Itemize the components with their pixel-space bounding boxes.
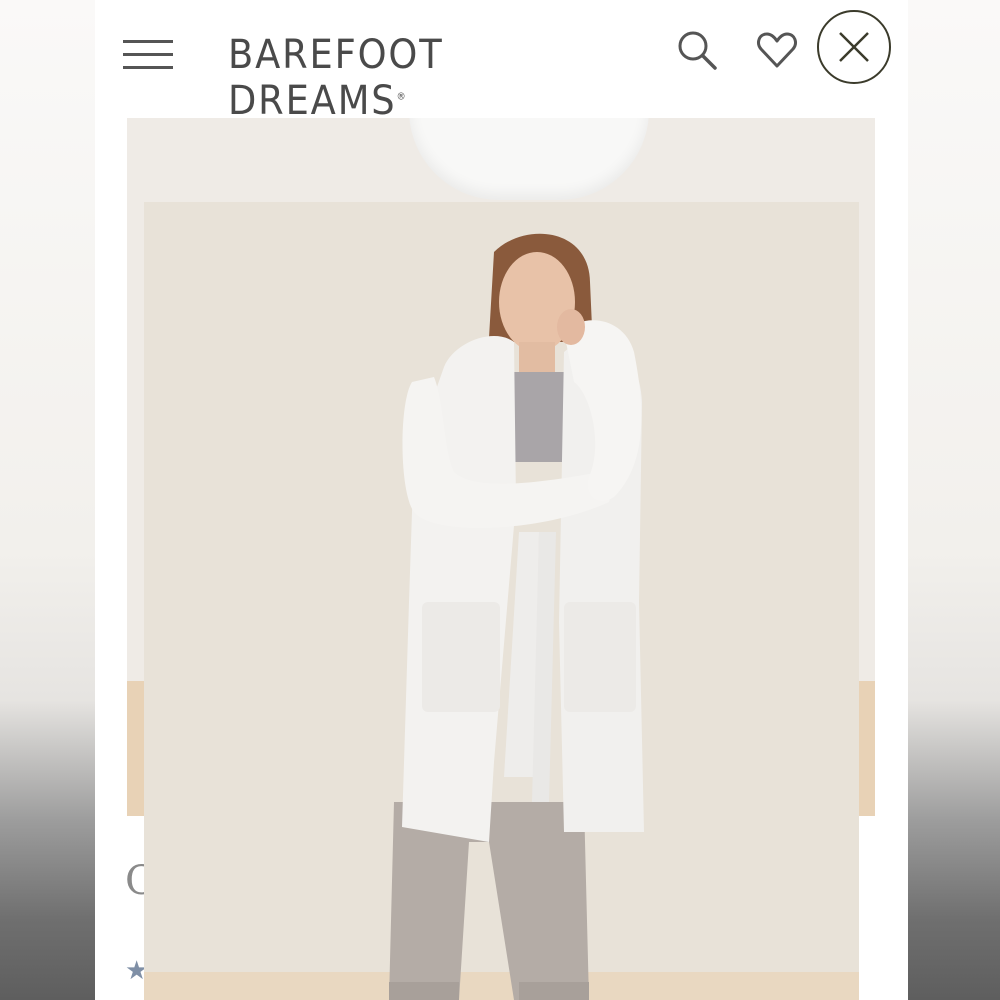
hamburger-menu-icon[interactable] [123, 40, 175, 72]
brand-logo[interactable]: BAREFOOT DREAMS® [228, 32, 578, 124]
blurred-margin-left [0, 0, 95, 1000]
product-photo-zoomed[interactable] [144, 202, 859, 1000]
phone-screen: BAREFOOT DREAMS® C ★ [95, 0, 908, 1000]
registered-mark: ® [396, 91, 408, 103]
close-icon [839, 32, 869, 62]
site-header: BAREFOOT DREAMS® [95, 0, 908, 124]
heart-icon[interactable] [755, 28, 799, 72]
close-button[interactable] [817, 10, 891, 84]
blurred-margin-right [908, 0, 1000, 1000]
background-robe-peek [409, 118, 649, 200]
search-icon[interactable] [675, 28, 719, 72]
model-illustration [389, 233, 644, 1000]
brand-name: BAREFOOT DREAMS [228, 32, 444, 124]
